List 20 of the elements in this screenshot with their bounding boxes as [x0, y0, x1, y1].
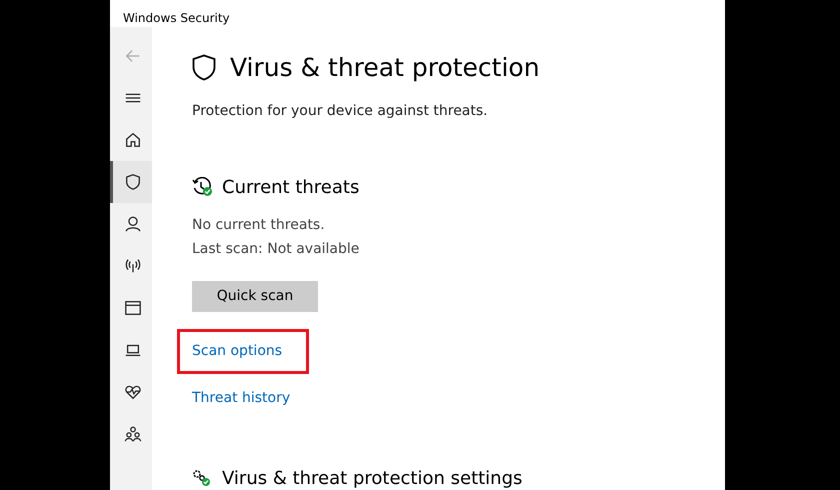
wireless-icon: [124, 257, 142, 275]
status-text: No current threats.: [192, 216, 326, 234]
person-icon: [124, 215, 142, 233]
nav-item[interactable]: [110, 161, 152, 203]
quick-scan-button[interactable]: Quick scan: [192, 280, 318, 312]
clock-check-icon: [192, 177, 214, 197]
window-icon: [124, 299, 142, 317]
heart-icon: [124, 383, 142, 401]
window-title: Windows Security: [122, 10, 231, 27]
home-icon: [124, 131, 142, 149]
section-heading: Current threats: [222, 176, 360, 200]
family-icon: [124, 425, 142, 443]
page-subtitle: Protection for your device against threats.: [192, 102, 489, 120]
link[interactable]: Threat history: [192, 388, 290, 408]
shield-icon: [124, 173, 142, 191]
status-text: Last scan: Not available: [192, 240, 360, 258]
link[interactable]: Scan options: [180, 332, 306, 370]
page-title: Virus & threat protection: [230, 52, 540, 84]
section-heading: Virus & threat protection settings: [222, 466, 522, 490]
shield-icon: [192, 54, 216, 82]
